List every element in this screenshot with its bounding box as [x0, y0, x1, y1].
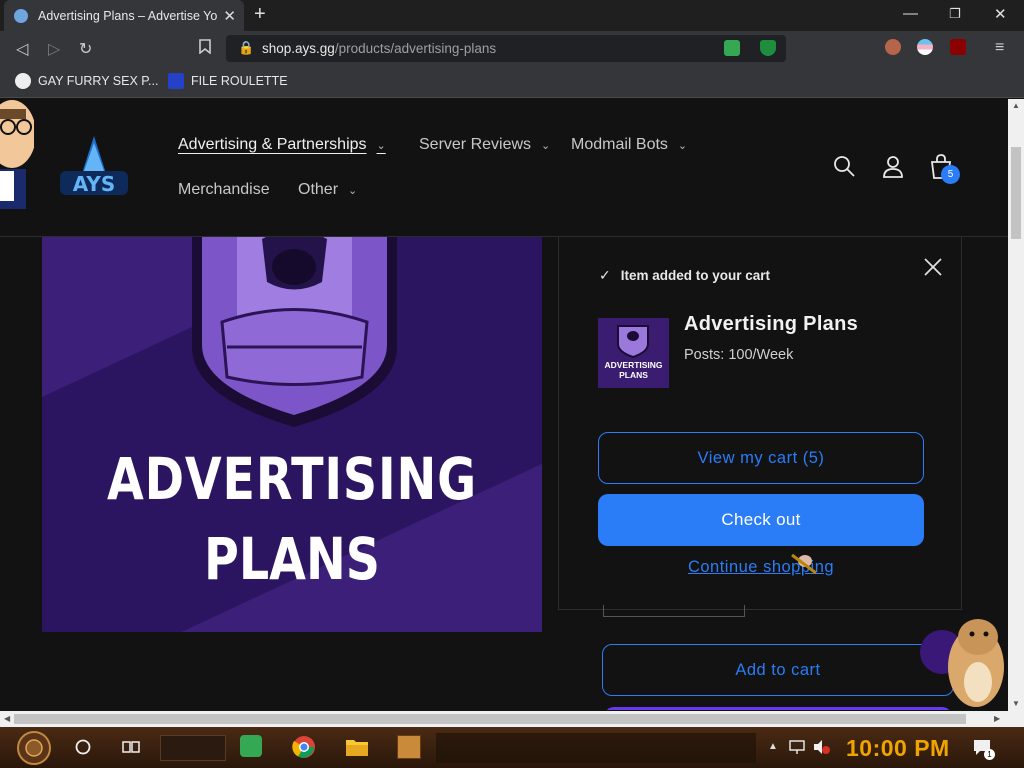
menu-icon[interactable]: ≡	[995, 39, 1004, 57]
scrollbar-thumb[interactable]	[1011, 147, 1021, 239]
view-cart-button[interactable]: View my cart (5)	[598, 432, 924, 484]
quantity-selector[interactable]	[603, 605, 745, 617]
scrollbar-thumb[interactable]	[14, 714, 966, 724]
cortana-icon[interactable]	[75, 739, 91, 755]
nav-merchandise[interactable]: Merchandise	[178, 181, 270, 199]
nav-other[interactable]: Other ⌄	[298, 181, 357, 199]
new-tab-icon[interactable]: +	[254, 3, 266, 26]
show-hidden-icons-icon[interactable]: ▲	[768, 741, 778, 752]
cursor-sprite-icon	[791, 553, 817, 575]
cart-notification-popup: ✓ Item added to your cart ADVERTISING PLA…	[558, 237, 962, 610]
bookmark-item[interactable]: GAY FURRY SEX P...	[15, 73, 158, 89]
restore-icon[interactable]: ❐	[949, 6, 961, 22]
bookmark-icon[interactable]	[199, 39, 211, 59]
window-close-icon[interactable]: ✕	[994, 5, 1007, 23]
continue-shopping-link[interactable]: Continue shopping	[598, 558, 924, 577]
bookmarks-bar: GAY FURRY SEX P... FILE ROULETTE	[0, 66, 1024, 98]
svg-text:AYS: AYS	[73, 172, 115, 196]
checkout-button[interactable]: Check out	[598, 494, 924, 546]
scroll-up-icon[interactable]: ▲	[1012, 101, 1020, 110]
task-view-icon[interactable]	[122, 739, 140, 755]
horizontal-scrollbar[interactable]: ◀ ▶	[0, 711, 1008, 727]
cart-count-badge: 5	[941, 165, 960, 184]
popup-product-title: Advertising Plans	[684, 313, 859, 335]
active-tab[interactable]: Advertising Plans – Advertise Yo ✕	[4, 0, 244, 31]
thumbnail-emblem-icon	[617, 325, 649, 358]
address-bar[interactable]: 🔒 shop.ays.gg/products/advertising-plans	[226, 35, 786, 62]
site-header: AYS Advertising & Partnerships ⌄ Server R…	[0, 99, 1008, 237]
chevron-down-icon: ⌄	[376, 140, 386, 152]
scrollbar-corner	[1008, 711, 1024, 727]
search-icon[interactable]	[832, 154, 856, 178]
image-title-line2: PLANS	[203, 525, 381, 593]
taskbar-chat-app-icon[interactable]	[240, 735, 262, 757]
taskbar-game-app-icon[interactable]	[397, 735, 421, 759]
hamster-overlay-image	[920, 619, 1004, 707]
taskbar-search-box[interactable]	[160, 735, 226, 761]
close-tab-icon[interactable]: ✕	[223, 7, 236, 25]
checkmark-icon: ✓	[599, 267, 611, 283]
ublock-icon[interactable]	[950, 39, 966, 55]
extension-chat-icon[interactable]	[724, 40, 740, 56]
notification-count-badge: 1	[984, 749, 995, 760]
cartoon-overlay-image	[0, 100, 34, 209]
vertical-scrollbar[interactable]: ▲ ▼	[1008, 99, 1024, 711]
start-button-icon[interactable]	[12, 730, 56, 766]
scroll-right-icon[interactable]: ▶	[994, 714, 1000, 723]
back-icon[interactable]: ◁	[16, 39, 28, 59]
tab-title: Advertising Plans – Advertise Yo	[38, 8, 218, 23]
thumbnail-text-line2: PLANS	[619, 370, 648, 380]
taskbar-clock[interactable]: 10:00 PM	[846, 735, 950, 762]
product-thumbnail: ADVERTISING PLANS	[598, 318, 669, 388]
taskbar-open-windows-area	[436, 733, 756, 763]
bookmark-label: FILE ROULETTE	[191, 74, 288, 88]
chevron-down-icon: ⌄	[541, 140, 551, 152]
add-to-cart-button[interactable]: Add to cart	[602, 644, 954, 696]
extension-flag-icon[interactable]	[917, 39, 933, 55]
reload-icon[interactable]: ↻	[79, 39, 92, 59]
buy-now-button[interactable]	[604, 707, 952, 710]
minimize-icon[interactable]: —	[903, 5, 918, 22]
added-status: ✓ Item added to your cart	[599, 267, 770, 284]
taskbar-file-explorer-icon[interactable]	[345, 737, 369, 757]
close-icon[interactable]	[921, 255, 945, 279]
bookmark-item[interactable]: FILE ROULETTE	[168, 73, 288, 89]
browser-title-bar: Advertising Plans – Advertise Yo ✕ + — ❐…	[0, 0, 1024, 31]
site-favicon-icon	[14, 8, 28, 23]
added-status-text: Item added to your cart	[620, 268, 771, 283]
scroll-left-icon[interactable]: ◀	[4, 714, 10, 723]
bookmark-label: GAY FURRY SEX P...	[38, 74, 159, 88]
chevron-down-icon: ⌄	[348, 185, 358, 197]
nav-advertising-partnerships[interactable]: Advertising & Partnerships ⌄	[178, 136, 386, 154]
nav-server-reviews[interactable]: Server Reviews ⌄	[419, 136, 550, 154]
globe-icon	[15, 73, 31, 89]
scroll-down-icon[interactable]: ▼	[1012, 699, 1020, 708]
chevron-down-icon: ⌄	[677, 140, 688, 152]
product-image[interactable]: ADVERTISING PLANS	[42, 237, 542, 632]
product-page: ADVERTISING PLANS ✓ Item added to your c…	[0, 237, 1008, 710]
windows-taskbar: ▲ 10:00 PM 1	[0, 727, 1024, 768]
url-text: shop.ays.gg/products/advertising-plans	[262, 41, 497, 56]
mft-icon	[168, 73, 184, 89]
forward-icon[interactable]: ▷	[48, 39, 60, 59]
taskbar-chrome-icon[interactable]	[292, 735, 316, 759]
network-icon[interactable]	[788, 739, 806, 755]
account-icon[interactable]	[881, 154, 905, 178]
nav-modmail-bots[interactable]: Modmail Bots ⌄	[571, 136, 687, 154]
ays-logo[interactable]: AYS	[58, 131, 130, 201]
thumbnail-text-line1: ADVERTISING	[604, 360, 663, 370]
lock-icon: 🔒	[238, 40, 255, 55]
browser-toolbar: ◁ ▷ ↻ 🔒 shop.ays.gg/products/advertising…	[0, 31, 1024, 90]
volume-muted-icon[interactable]	[812, 739, 830, 755]
image-title-line1: ADVERTISING	[106, 445, 478, 513]
extension-avatar-icon[interactable]	[885, 39, 901, 55]
popup-product-variant: Posts: 100/Week	[684, 347, 794, 363]
hooded-figure-emblem	[192, 237, 397, 427]
extension-shield-icon[interactable]	[760, 40, 776, 56]
